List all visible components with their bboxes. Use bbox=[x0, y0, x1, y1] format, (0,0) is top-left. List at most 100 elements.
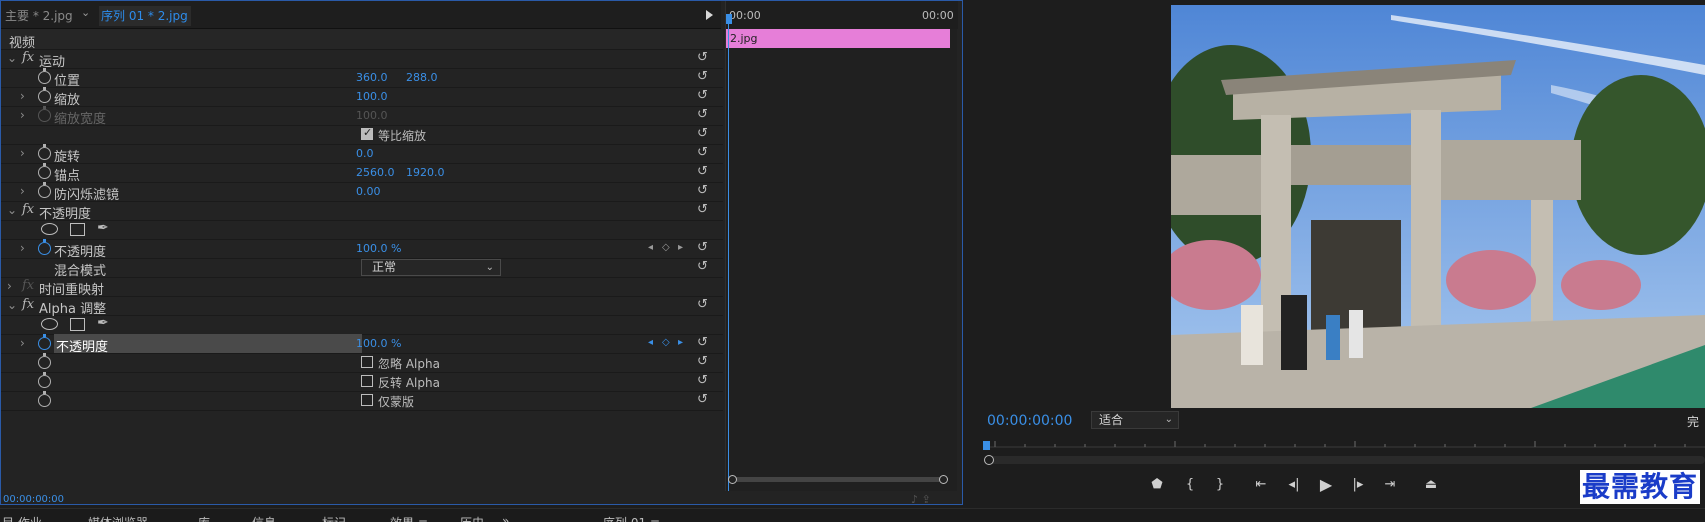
program-zoom-scrollbar[interactable] bbox=[985, 456, 1705, 464]
chevron-right-icon[interactable]: › bbox=[20, 241, 28, 255]
play-only-audio-icon[interactable] bbox=[706, 10, 713, 20]
reset-icon[interactable]: ↺ bbox=[697, 374, 711, 388]
tab-effects[interactable]: 效果 ≡ bbox=[390, 514, 428, 522]
fx-badge-icon[interactable]: fx bbox=[22, 50, 34, 65]
mark-in-icon[interactable]: { bbox=[1179, 474, 1201, 496]
reset-icon[interactable]: ↺ bbox=[697, 336, 711, 350]
pen-mask-icon[interactable]: ✒ bbox=[97, 220, 109, 236]
pen-mask-icon[interactable]: ✒ bbox=[97, 315, 109, 331]
filter-audio-icon[interactable]: ♪ ⇪ bbox=[911, 493, 931, 506]
stopwatch-icon[interactable] bbox=[38, 372, 51, 388]
add-keyframe-icon[interactable]: ◇ bbox=[662, 337, 670, 348]
mask-only-checkbox[interactable] bbox=[361, 394, 373, 406]
stopwatch-icon[interactable] bbox=[38, 182, 51, 198]
step-back-icon[interactable]: ◂| bbox=[1283, 474, 1305, 496]
timeline-ruler[interactable]: 00:00 00:00 bbox=[726, 1, 958, 29]
reset-icon[interactable]: ↺ bbox=[697, 70, 711, 84]
chevron-down-icon[interactable]: ⌄ bbox=[7, 298, 17, 312]
chevron-down-icon[interactable]: ⌄ bbox=[7, 51, 17, 65]
play-icon[interactable]: ▶ bbox=[1315, 474, 1337, 496]
stopwatch-icon[interactable] bbox=[38, 391, 51, 407]
chevron-down-icon[interactable]: ⌄ bbox=[81, 6, 90, 19]
tab-info[interactable]: 信息 bbox=[252, 514, 276, 522]
uniform-scale-checkbox[interactable] bbox=[361, 126, 373, 140]
tab-sequence-clip[interactable]: 序列 01 * 2.jpg bbox=[99, 6, 191, 26]
prev-keyframe-icon[interactable]: ◂ bbox=[648, 242, 653, 253]
reset-icon[interactable]: ↺ bbox=[697, 184, 711, 198]
video-preview[interactable] bbox=[1171, 5, 1705, 408]
ellipse-mask-icon[interactable] bbox=[41, 318, 58, 330]
next-keyframe-icon[interactable]: ▸ bbox=[678, 242, 683, 253]
fit-select[interactable]: 适合 ⌄ bbox=[1091, 411, 1179, 429]
mark-out-icon[interactable]: } bbox=[1209, 474, 1231, 496]
reset-icon[interactable]: ↺ bbox=[697, 260, 711, 274]
effect-time-remap[interactable]: › fx 时间重映射 bbox=[1, 276, 723, 298]
effect-alpha-adjust[interactable]: ⌄ fx Alpha 调整 ↺ bbox=[1, 295, 723, 317]
blend-mode-select[interactable]: 正常 ⌄ bbox=[361, 259, 501, 276]
anti-flicker-value[interactable]: 0.00 bbox=[356, 185, 381, 198]
chevron-right-icon[interactable]: › bbox=[20, 184, 28, 198]
tab-media-browser[interactable]: 媒体浏览器 bbox=[88, 514, 148, 522]
prev-keyframe-icon[interactable]: ◂ bbox=[648, 337, 653, 348]
stopwatch-icon[interactable] bbox=[38, 239, 51, 255]
ellipse-mask-icon[interactable] bbox=[41, 223, 58, 235]
timeline-zoom-scrollbar[interactable] bbox=[732, 477, 942, 482]
zoom-handle-left[interactable] bbox=[728, 475, 737, 484]
go-to-out-icon[interactable]: ⇥ bbox=[1379, 474, 1401, 496]
tab-markers[interactable]: 标记 bbox=[322, 514, 346, 522]
effect-controls-timeline[interactable]: 00:00 00:00 2.jpg bbox=[725, 1, 958, 491]
fx-badge-icon[interactable]: fx bbox=[22, 297, 34, 312]
add-keyframe-icon[interactable]: ◇ bbox=[662, 242, 670, 253]
zoom-handle-left[interactable] bbox=[984, 455, 994, 465]
stopwatch-icon[interactable] bbox=[38, 163, 51, 179]
reset-icon[interactable]: ↺ bbox=[697, 108, 711, 122]
more-tabs-icon[interactable]: » bbox=[502, 514, 509, 522]
chevron-down-icon[interactable]: ⌄ bbox=[7, 203, 17, 217]
next-keyframe-icon[interactable]: ▸ bbox=[678, 337, 683, 348]
rotation-value[interactable]: 0.0 bbox=[356, 147, 374, 160]
playhead-handle[interactable] bbox=[726, 14, 732, 24]
program-playhead[interactable] bbox=[983, 441, 990, 450]
anchor-x-value[interactable]: 2560.0 bbox=[356, 166, 395, 179]
rectangle-mask-icon[interactable] bbox=[70, 223, 85, 236]
position-y-value[interactable]: 288.0 bbox=[406, 71, 438, 84]
resolution-select[interactable]: 完 bbox=[1687, 413, 1699, 430]
step-forward-icon[interactable]: |▸ bbox=[1347, 474, 1369, 496]
stopwatch-icon[interactable] bbox=[38, 144, 51, 160]
reset-icon[interactable]: ↺ bbox=[697, 89, 711, 103]
reset-icon[interactable]: ↺ bbox=[697, 146, 711, 160]
scale-value[interactable]: 100.0 bbox=[356, 90, 388, 103]
fx-badge-icon[interactable]: fx bbox=[22, 202, 34, 217]
reset-icon[interactable]: ↺ bbox=[697, 298, 711, 312]
chevron-right-icon[interactable]: › bbox=[20, 108, 28, 122]
reset-icon[interactable]: ↺ bbox=[697, 165, 711, 179]
go-to-in-icon[interactable]: ⇤ bbox=[1250, 474, 1272, 496]
reset-icon[interactable]: ↺ bbox=[697, 393, 711, 407]
reset-icon[interactable]: ↺ bbox=[697, 51, 711, 65]
chevron-right-icon[interactable]: › bbox=[20, 146, 28, 160]
opacity-value[interactable]: 100.0 % bbox=[356, 242, 401, 255]
invert-alpha-checkbox[interactable] bbox=[361, 375, 373, 387]
anchor-y-value[interactable]: 1920.0 bbox=[406, 166, 445, 179]
tab-history[interactable]: 历史 bbox=[460, 514, 484, 522]
marker-icon[interactable]: ⬟ bbox=[1146, 474, 1168, 496]
rectangle-mask-icon[interactable] bbox=[70, 318, 85, 331]
lift-icon[interactable]: ⏏ bbox=[1420, 474, 1442, 496]
reset-icon[interactable]: ↺ bbox=[697, 203, 711, 217]
program-time-ruler[interactable] bbox=[985, 438, 1705, 448]
clip-bar[interactable]: 2.jpg bbox=[726, 29, 950, 48]
chevron-right-icon[interactable]: › bbox=[20, 336, 28, 350]
tab-sequence-timeline[interactable]: 序列 01 ≡ bbox=[603, 514, 660, 522]
reset-icon[interactable]: ↺ bbox=[697, 355, 711, 369]
program-timecode[interactable]: 00:00:00:00 bbox=[987, 413, 1072, 429]
tab-master-clip[interactable]: 主要 * 2.jpg bbox=[5, 6, 73, 26]
reset-icon[interactable]: ↺ bbox=[697, 241, 711, 255]
footer-timecode[interactable]: 00:00:00:00 bbox=[1, 493, 964, 506]
stopwatch-icon[interactable] bbox=[38, 334, 51, 350]
effect-opacity[interactable]: ⌄ fx 不透明度 ↺ bbox=[1, 200, 723, 222]
stopwatch-icon[interactable] bbox=[38, 87, 51, 103]
effect-motion[interactable]: ⌄ fx 运动 ↺ bbox=[1, 48, 723, 70]
stopwatch-icon[interactable] bbox=[38, 353, 51, 369]
position-x-value[interactable]: 360.0 bbox=[356, 71, 388, 84]
tab-project[interactable]: 目 作业 bbox=[2, 514, 42, 522]
